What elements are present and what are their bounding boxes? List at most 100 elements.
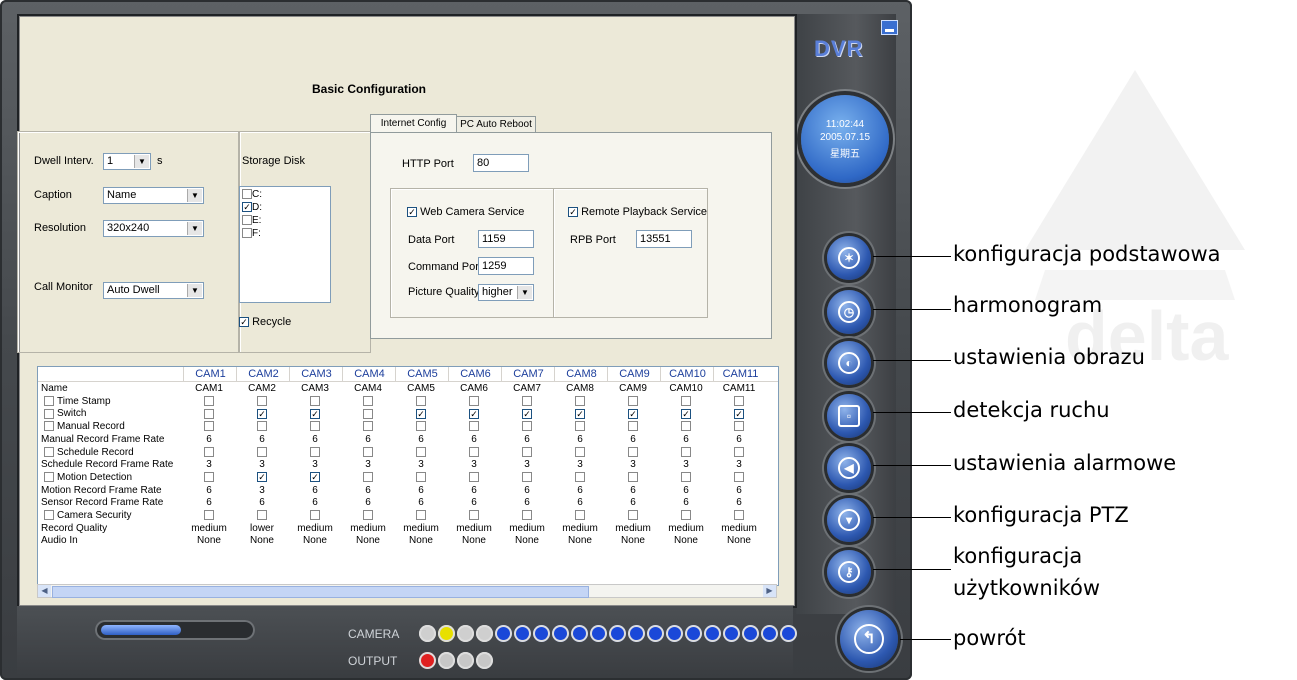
grid-cell[interactable]: None bbox=[242, 535, 282, 546]
checkbox[interactable]: ✓ bbox=[310, 408, 320, 419]
grid-checkbox[interactable] bbox=[242, 510, 282, 521]
row-checkbox[interactable] bbox=[44, 510, 54, 521]
checkbox[interactable] bbox=[734, 446, 744, 457]
camera-led[interactable] bbox=[628, 625, 645, 643]
grid-cell[interactable]: CAM9 bbox=[613, 383, 653, 394]
camera-led[interactable] bbox=[761, 625, 778, 643]
camera-led[interactable] bbox=[780, 625, 797, 643]
disk-item-e[interactable]: E: bbox=[242, 215, 261, 226]
checkbox[interactable] bbox=[734, 396, 744, 407]
checkbox[interactable]: ✓ bbox=[257, 408, 267, 419]
grid-checkbox[interactable] bbox=[507, 421, 547, 432]
row-label[interactable]: Motion Detection bbox=[41, 472, 132, 483]
tab-pc-auto-reboot[interactable]: PC Auto Reboot bbox=[456, 116, 536, 133]
checkbox[interactable] bbox=[681, 446, 691, 457]
grid-cell[interactable]: medium bbox=[560, 523, 600, 534]
grid-cell[interactable]: 6 bbox=[454, 434, 494, 445]
row-checkbox[interactable] bbox=[44, 408, 54, 419]
grid-cell[interactable]: 6 bbox=[454, 485, 494, 496]
checkbox[interactable]: ✓ bbox=[522, 408, 532, 419]
checkbox[interactable] bbox=[734, 421, 744, 432]
checkbox[interactable] bbox=[416, 421, 426, 432]
grid-checkbox[interactable] bbox=[454, 396, 494, 407]
checkbox[interactable] bbox=[204, 396, 214, 407]
grid-checkbox[interactable]: ✓ bbox=[719, 408, 759, 419]
grid-checkbox[interactable] bbox=[242, 396, 282, 407]
grid-checkbox[interactable] bbox=[454, 421, 494, 432]
camera-led[interactable] bbox=[666, 625, 683, 643]
grid-checkbox[interactable] bbox=[613, 396, 653, 407]
ptz-config-button[interactable]: ▾ bbox=[827, 498, 871, 542]
grid-cell[interactable]: CAM8 bbox=[560, 383, 600, 394]
grid-checkbox[interactable] bbox=[242, 421, 282, 432]
checkbox[interactable] bbox=[575, 472, 585, 483]
grid-checkbox[interactable]: ✓ bbox=[560, 408, 600, 419]
grid-cell[interactable]: None bbox=[295, 535, 335, 546]
grid-cell[interactable]: CAM7 bbox=[507, 383, 547, 394]
camera-led[interactable] bbox=[476, 625, 493, 643]
alarm-settings-button[interactable]: ◀ bbox=[827, 446, 871, 490]
grid-cell[interactable]: 6 bbox=[348, 497, 388, 508]
grid-cell[interactable]: 3 bbox=[666, 459, 706, 470]
checkbox[interactable] bbox=[242, 189, 252, 200]
grid-cell[interactable]: 3 bbox=[295, 459, 335, 470]
grid-checkbox[interactable] bbox=[613, 510, 653, 521]
row-checkbox[interactable] bbox=[44, 396, 54, 407]
checkbox[interactable] bbox=[416, 396, 426, 407]
grid-cell[interactable]: 3 bbox=[560, 459, 600, 470]
remote-playback-checkbox[interactable]: ✓ bbox=[568, 207, 578, 218]
checkbox[interactable] bbox=[363, 510, 373, 521]
grid-cell[interactable]: 6 bbox=[348, 434, 388, 445]
camera-led[interactable] bbox=[609, 625, 626, 643]
grid-checkbox[interactable]: ✓ bbox=[242, 408, 282, 419]
row-label[interactable]: Switch bbox=[41, 408, 86, 419]
column-header[interactable]: CAM3 bbox=[289, 367, 343, 381]
return-button[interactable]: ↰ bbox=[840, 610, 898, 668]
column-header[interactable]: CAM7 bbox=[501, 367, 555, 381]
checkbox[interactable]: ✓ bbox=[469, 408, 479, 419]
grid-cell[interactable]: medium bbox=[666, 523, 706, 534]
scroll-left-arrow[interactable]: ◀ bbox=[38, 585, 51, 597]
grid-cell[interactable]: CAM10 bbox=[666, 383, 706, 394]
checkbox[interactable] bbox=[416, 446, 426, 457]
checkbox[interactable] bbox=[681, 472, 691, 483]
grid-checkbox[interactable]: ✓ bbox=[242, 472, 282, 483]
grid-checkbox[interactable] bbox=[613, 421, 653, 432]
checkbox[interactable] bbox=[681, 421, 691, 432]
checkbox[interactable]: ✓ bbox=[681, 408, 691, 419]
camera-led[interactable] bbox=[552, 625, 569, 643]
basic-config-button[interactable]: ✶ bbox=[827, 236, 871, 280]
column-header[interactable]: CAM4 bbox=[342, 367, 396, 381]
column-header[interactable]: CAM8 bbox=[554, 367, 608, 381]
dwell-select[interactable]: 1 ▼ bbox=[103, 153, 151, 170]
grid-checkbox[interactable] bbox=[348, 408, 388, 419]
grid-cell[interactable]: lower bbox=[242, 523, 282, 534]
checkbox[interactable] bbox=[469, 421, 479, 432]
grid-cell[interactable]: None bbox=[507, 535, 547, 546]
column-header[interactable]: CAM9 bbox=[607, 367, 661, 381]
camera-led[interactable] bbox=[723, 625, 740, 643]
checkbox[interactable] bbox=[416, 472, 426, 483]
grid-checkbox[interactable] bbox=[560, 396, 600, 407]
checkbox[interactable] bbox=[257, 396, 267, 407]
checkbox[interactable] bbox=[257, 510, 267, 521]
checkbox[interactable] bbox=[363, 446, 373, 457]
camera-led[interactable] bbox=[647, 625, 664, 643]
checkbox[interactable] bbox=[575, 446, 585, 457]
checkbox[interactable] bbox=[522, 421, 532, 432]
grid-checkbox[interactable] bbox=[719, 510, 759, 521]
grid-checkbox[interactable] bbox=[295, 396, 335, 407]
grid-cell[interactable]: CAM2 bbox=[242, 383, 282, 394]
grid-checkbox[interactable] bbox=[560, 421, 600, 432]
column-header[interactable]: CAM1 bbox=[183, 367, 237, 381]
checkbox[interactable]: ✓ bbox=[575, 408, 585, 419]
camera-led[interactable] bbox=[438, 625, 455, 643]
row-label[interactable]: Manual Record bbox=[41, 421, 125, 432]
recycle-checkbox[interactable]: ✓ bbox=[239, 317, 249, 328]
grid-cell[interactable]: 6 bbox=[666, 434, 706, 445]
grid-checkbox[interactable] bbox=[719, 421, 759, 432]
checkbox[interactable]: ✓ bbox=[310, 472, 320, 483]
grid-checkbox[interactable] bbox=[348, 396, 388, 407]
grid-checkbox[interactable] bbox=[560, 472, 600, 483]
grid-checkbox[interactable] bbox=[401, 421, 441, 432]
